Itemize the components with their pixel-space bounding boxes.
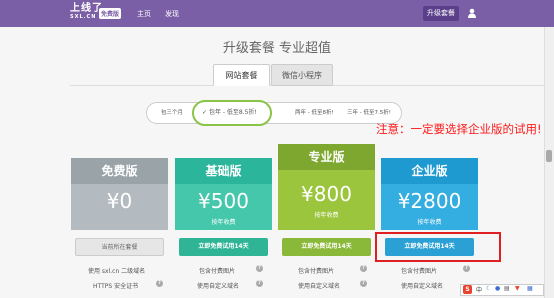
user-icon[interactable] [467, 8, 477, 18]
help-icon[interactable]: ? [360, 265, 367, 272]
plan-name: 免费版 [71, 158, 168, 184]
scrollbar-thumb[interactable] [546, 150, 552, 162]
feature-custom-domain: 使用自定义域名 [401, 283, 444, 290]
plan-price: ¥500 [198, 189, 249, 213]
upgrade-plan-button[interactable]: 升级套餐 [423, 6, 459, 21]
period-one-year[interactable]: ✓ 包年 - 低至8.5折! [192, 100, 272, 126]
plan-billing-unit: 按年收费 [417, 219, 442, 226]
help-icon[interactable]: ? [360, 280, 367, 287]
nav-discover-link[interactable]: 发现 [165, 9, 179, 19]
pro-free-trial-button[interactable]: 立即免费试用14天 [282, 238, 371, 256]
basic-free-trial-button[interactable]: 立即免费试用14天 [179, 238, 268, 256]
help-icon[interactable]: ? [256, 265, 263, 272]
plan-body: ¥800 按年收费 [278, 170, 375, 230]
billing-period-selector: 包三个月 ✓ 包年 - 低至8.5折! 两年 - 低至8折! 三年 - 低至7.… [146, 100, 402, 126]
sogou-icon[interactable]: S [463, 285, 472, 294]
highlight-box [375, 232, 501, 262]
plan-price: ¥800 [301, 182, 352, 206]
shirt-icon[interactable]: ▼ [515, 285, 520, 292]
feature-paid-images: 包含付费图片 [298, 268, 335, 275]
plan-badge: 免费版 [99, 8, 122, 19]
plan-body: ¥500 按年收费 [175, 184, 272, 230]
plan-body: ¥2800 按年收费 [381, 184, 478, 230]
feature-https: HTTPS 安全证书 [93, 283, 139, 290]
plan-name: 企业版 [381, 158, 478, 184]
plan-billing-unit: 按年收费 [211, 219, 236, 226]
current-plan-button[interactable]: 当前所在套餐 [75, 238, 164, 256]
plan-card-basic: 基础版 ¥500 按年收费 [175, 158, 272, 230]
nav-home-link[interactable]: 主页 [137, 9, 151, 19]
help-icon[interactable]: ? [156, 280, 163, 287]
plan-card-enterprise: 企业版 ¥2800 按年收费 [381, 158, 478, 230]
tab-website-plans[interactable]: 网站套餐 [213, 64, 270, 86]
period-one-year-label: 包年 - 低至8.5折! [208, 109, 257, 116]
grid-icon[interactable]: ▦ [527, 285, 533, 292]
plan-price: ¥0 [106, 189, 133, 213]
keyboard-icon[interactable]: ▤ [504, 285, 510, 292]
moon-icon[interactable]: ☾ [486, 285, 491, 292]
help-icon[interactable]: ? [256, 280, 263, 287]
feature-paid-images: 包含付费图片 [401, 268, 438, 275]
feature-custom-domain: 使用自定义域名 [197, 283, 240, 290]
plan-name: 基础版 [175, 158, 272, 184]
plan-price: ¥2800 [397, 189, 462, 213]
plan-body: ¥0 [71, 184, 168, 230]
feature-subdomain: 使用 sxl.cn 二级域名 [88, 268, 146, 275]
plan-card-pro: 专业版 ¥800 按年收费 [278, 144, 375, 230]
period-three-years[interactable]: 三年 - 低至7.5折! [347, 108, 391, 116]
help-icon[interactable]: ? [463, 265, 470, 272]
period-three-months[interactable]: 包三个月 [161, 108, 183, 116]
vertical-scrollbar[interactable] [544, 27, 554, 298]
ime-chinese-mode[interactable]: 中 [476, 285, 482, 294]
tab-wechat-miniprogram[interactable]: 微信小程序 [271, 64, 333, 86]
mic-icon[interactable]: ● [495, 285, 500, 292]
plan-name: 专业版 [278, 144, 375, 170]
red-annotation-note: 注意：一定要选择企业版的试用! [376, 122, 542, 136]
feature-paid-images: 包含付费图片 [199, 268, 236, 275]
plan-card-free: 免费版 ¥0 [71, 158, 168, 230]
checkmark-icon: ✓ [202, 109, 209, 116]
page-title: 升级套餐 专业超值 [222, 41, 332, 56]
plan-billing-unit: 按年收费 [314, 212, 339, 219]
feature-custom-domain: 使用自定义域名 [298, 283, 341, 290]
period-two-years[interactable]: 两年 - 低至8折! [295, 108, 334, 116]
